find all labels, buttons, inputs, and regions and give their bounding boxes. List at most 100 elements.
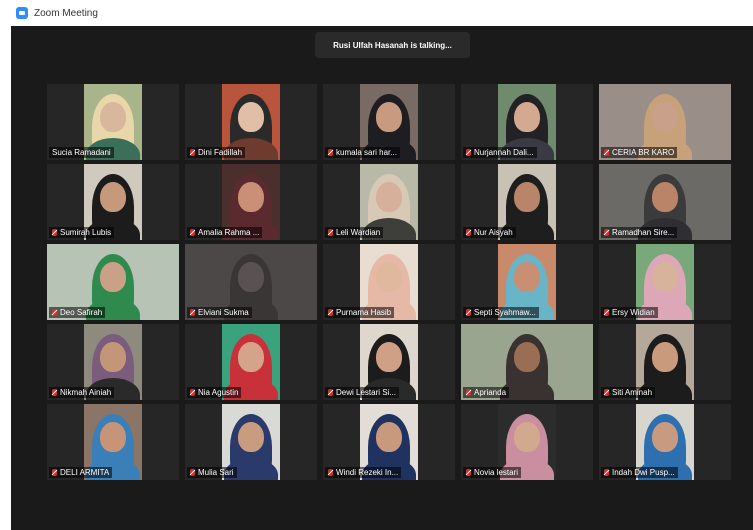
mic-muted-icon xyxy=(190,229,195,236)
participant-tile[interactable]: DELI ARMITA xyxy=(47,404,179,480)
participant-tile[interactable]: Sucia Ramadani xyxy=(47,84,179,160)
participant-name-label: Amalia Rahma ... xyxy=(187,227,263,238)
participant-name-label: Septi Syahmaw... xyxy=(463,307,539,318)
participant-name-label: Elviani Sukma xyxy=(187,307,252,318)
mic-muted-icon xyxy=(466,149,471,156)
mic-muted-icon xyxy=(190,469,195,476)
participant-name-label: Indah Dwi Pusp... xyxy=(601,467,678,478)
participant-name: Windi Rezeki In... xyxy=(336,468,399,477)
participant-name: Dini Fadillah xyxy=(198,148,243,157)
participant-name: kumala sari har... xyxy=(336,148,397,157)
participant-tile[interactable]: Dewi Lestari Si... xyxy=(323,324,455,400)
participant-name-label: Dewi Lestari Si... xyxy=(325,387,400,398)
participant-name: Deo Safirah xyxy=(60,308,103,317)
participant-name-label: Nia Agustin xyxy=(187,387,242,398)
participant-name: Leli Wardian xyxy=(336,228,381,237)
mic-muted-icon xyxy=(466,229,471,236)
participant-name-label: Novia lestari xyxy=(463,467,522,478)
participant-tile[interactable]: Siti Aminah xyxy=(599,324,731,400)
participant-name-label: Windi Rezeki In... xyxy=(325,467,402,478)
mic-muted-icon xyxy=(466,389,471,396)
participant-name: Sumirah Lubis xyxy=(60,228,112,237)
mic-muted-icon xyxy=(328,149,333,156)
participant-tile[interactable]: Sumirah Lubis xyxy=(47,164,179,240)
participant-name: DELI ARMITA xyxy=(60,468,110,477)
participant-tile[interactable]: Aprianda xyxy=(461,324,593,400)
mic-muted-icon xyxy=(52,309,57,316)
participant-tile[interactable]: Purnama Hasib xyxy=(323,244,455,320)
participant-name-label: Aprianda xyxy=(463,387,510,398)
participant-name: Aprianda xyxy=(474,388,507,397)
participant-name-label: Sucia Ramadani xyxy=(49,147,114,158)
participant-tile[interactable]: Ramadhan Sire... xyxy=(599,164,731,240)
participant-tile[interactable]: Nia Agustin xyxy=(185,324,317,400)
mic-muted-icon xyxy=(52,389,57,396)
meeting-stage: Rusi Ulfah Hasanah is talking... Sucia R… xyxy=(11,26,753,530)
participant-name: Sucia Ramadani xyxy=(52,148,111,157)
participant-name-label: CERIA BR KARO xyxy=(601,147,678,158)
participant-name-label: Deo Safirah xyxy=(49,307,106,318)
zoom-app-icon xyxy=(16,7,28,19)
participant-tile[interactable]: Amalia Rahma ... xyxy=(185,164,317,240)
participant-name: Ersy Widian xyxy=(612,308,655,317)
participant-tile[interactable]: Mulia Sari xyxy=(185,404,317,480)
participant-name: Amalia Rahma ... xyxy=(198,228,260,237)
mic-muted-icon xyxy=(52,229,57,236)
mic-muted-icon xyxy=(328,309,333,316)
mic-muted-icon xyxy=(328,389,333,396)
mic-muted-icon xyxy=(328,469,333,476)
mic-muted-icon xyxy=(466,469,471,476)
participant-name: Ramadhan Sire... xyxy=(612,228,675,237)
participant-tile[interactable]: Ersy Widian xyxy=(599,244,731,320)
participant-name-label: kumala sari har... xyxy=(325,147,400,158)
participant-name-label: Ramadhan Sire... xyxy=(601,227,678,238)
window-titlebar: Zoom Meeting xyxy=(0,0,753,26)
participant-name-label: Nur Aisyah xyxy=(463,227,516,238)
mic-muted-icon xyxy=(466,309,471,316)
participant-name: Nia Agustin xyxy=(198,388,239,397)
participant-name: Mulia Sari xyxy=(198,468,234,477)
participant-name: Indah Dwi Pusp... xyxy=(612,468,675,477)
participant-name: Nurjannah Dali... xyxy=(474,148,534,157)
mic-muted-icon xyxy=(604,309,609,316)
mic-muted-icon xyxy=(604,149,609,156)
participant-name-label: Mulia Sari xyxy=(187,467,237,478)
gallery-grid: Sucia Ramadani Dini Fadillah kumala sari h… xyxy=(47,84,731,480)
participant-tile[interactable]: Nurjannah Dali... xyxy=(461,84,593,160)
participant-name: Dewi Lestari Si... xyxy=(336,388,397,397)
active-speaker-banner: Rusi Ulfah Hasanah is talking... xyxy=(315,32,470,58)
participant-tile[interactable]: Novia lestari xyxy=(461,404,593,480)
mic-muted-icon xyxy=(604,229,609,236)
participant-name-label: Nurjannah Dali... xyxy=(463,147,537,158)
participant-name: CERIA BR KARO xyxy=(612,148,675,157)
participant-tile[interactable]: Septi Syahmaw... xyxy=(461,244,593,320)
participant-tile[interactable]: Windi Rezeki In... xyxy=(323,404,455,480)
participant-name-label: Dini Fadillah xyxy=(187,147,246,158)
mic-muted-icon xyxy=(52,469,57,476)
participant-tile[interactable]: kumala sari har... xyxy=(323,84,455,160)
participant-name-label: Nikmah Ainiah xyxy=(49,387,115,398)
participant-name-label: Siti Aminah xyxy=(601,387,656,398)
participant-tile[interactable]: Deo Safirah xyxy=(47,244,179,320)
participant-tile[interactable]: CERIA BR KARO xyxy=(599,84,731,160)
participant-name-label: Leli Wardian xyxy=(325,227,384,238)
participant-name-label: Ersy Widian xyxy=(601,307,658,318)
participant-tile[interactable]: Leli Wardian xyxy=(323,164,455,240)
participant-tile[interactable]: Nur Aisyah xyxy=(461,164,593,240)
participant-name: Nikmah Ainiah xyxy=(60,388,112,397)
participant-name-label: Purnama Hasib xyxy=(325,307,395,318)
participant-tile[interactable]: Indah Dwi Pusp... xyxy=(599,404,731,480)
participant-name: Purnama Hasib xyxy=(336,308,392,317)
participant-name-label: DELI ARMITA xyxy=(49,467,113,478)
participant-tile[interactable]: Dini Fadillah xyxy=(185,84,317,160)
mic-muted-icon xyxy=(190,309,195,316)
participant-name: Siti Aminah xyxy=(612,388,653,397)
mic-muted-icon xyxy=(190,389,195,396)
participant-tile[interactable]: Elviani Sukma xyxy=(185,244,317,320)
mic-muted-icon xyxy=(604,389,609,396)
participant-name: Septi Syahmaw... xyxy=(474,308,536,317)
participant-name: Elviani Sukma xyxy=(198,308,249,317)
participant-tile[interactable]: Nikmah Ainiah xyxy=(47,324,179,400)
participant-name-label: Sumirah Lubis xyxy=(49,227,115,238)
mic-muted-icon xyxy=(328,229,333,236)
